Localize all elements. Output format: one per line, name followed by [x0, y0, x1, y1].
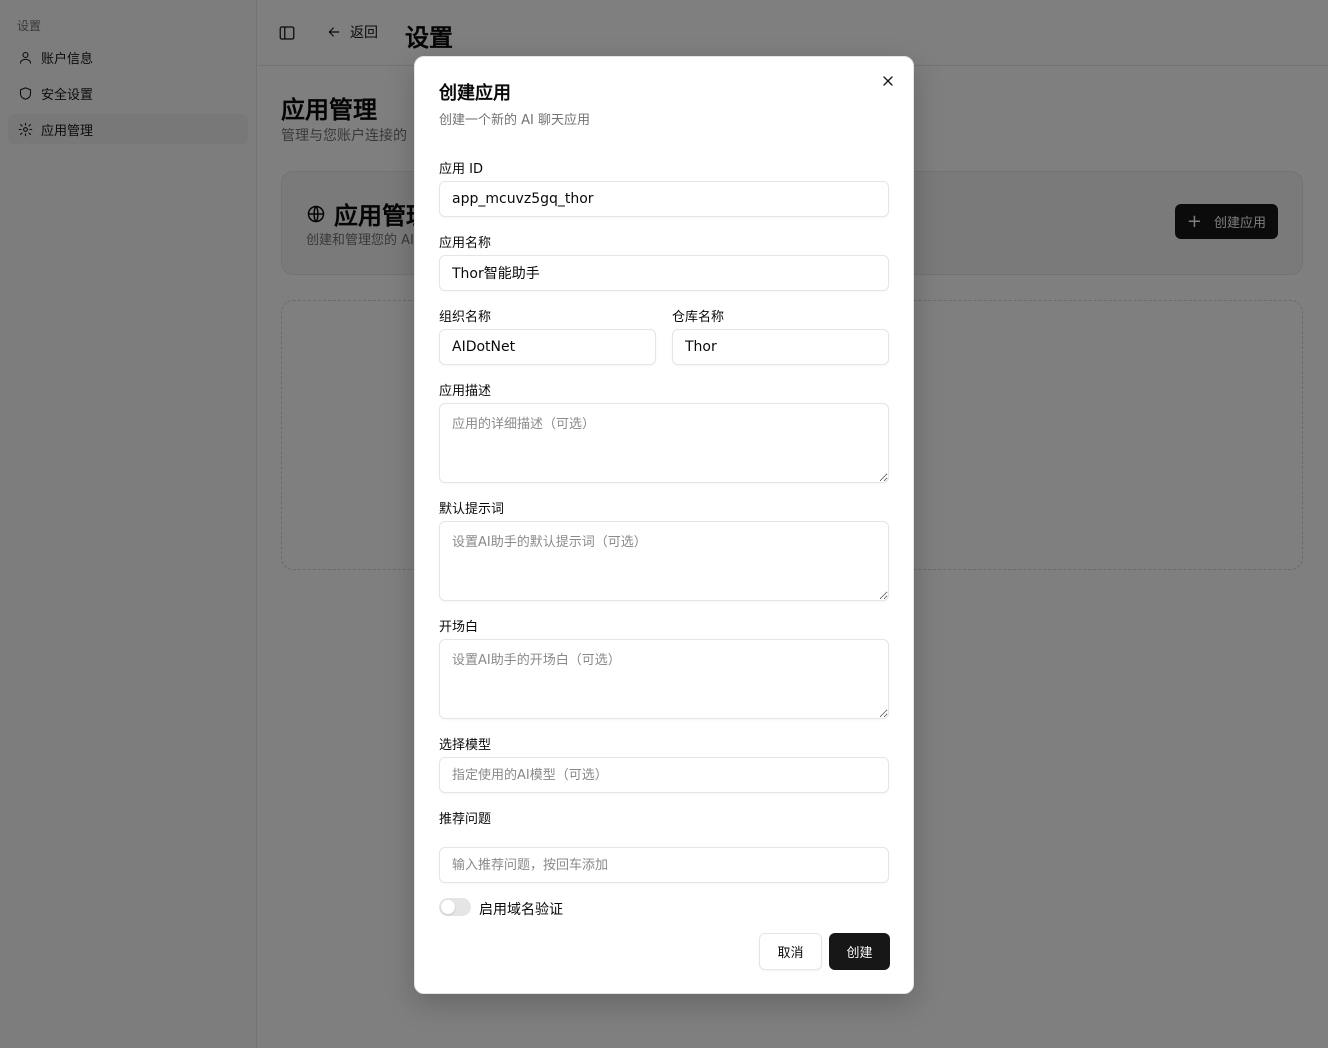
- repo-name-label: 仓库名称: [672, 310, 725, 325]
- default-prompt-textarea[interactable]: [439, 521, 889, 601]
- app-id-label: 应用 ID: [439, 162, 483, 177]
- default-prompt-label: 默认提示词: [439, 502, 505, 517]
- create-app-dialog: 创建应用 创建一个新的 AI 聊天应用 应用 ID 应用名称 组织名称 仓库名称…: [414, 56, 914, 994]
- opening-textarea[interactable]: [439, 639, 889, 719]
- cancel-button[interactable]: 取消: [759, 933, 822, 970]
- close-button[interactable]: [880, 73, 896, 89]
- app-name-label: 应用名称: [439, 236, 492, 251]
- app-id-field[interactable]: [439, 181, 889, 217]
- model-field[interactable]: [439, 757, 889, 793]
- opening-label: 开场白: [439, 620, 479, 635]
- description-label: 应用描述: [439, 384, 492, 399]
- app-name-field[interactable]: [439, 255, 889, 291]
- org-name-label: 组织名称: [439, 310, 492, 325]
- close-icon: [883, 76, 893, 86]
- org-name-field[interactable]: [439, 329, 656, 365]
- create-button[interactable]: 创建: [829, 933, 890, 970]
- domain-verify-toggle[interactable]: [439, 898, 471, 916]
- toggle-knob: [441, 900, 455, 914]
- questions-label: 推荐问题: [439, 812, 492, 827]
- domain-verify-label: 启用域名验证: [479, 902, 563, 918]
- repo-name-field[interactable]: [672, 329, 889, 365]
- model-label: 选择模型: [439, 738, 492, 753]
- dialog-description: 创建一个新的 AI 聊天应用: [439, 113, 590, 128]
- dialog-title: 创建应用: [439, 83, 511, 104]
- questions-field[interactable]: [439, 847, 889, 883]
- description-textarea[interactable]: [439, 403, 889, 483]
